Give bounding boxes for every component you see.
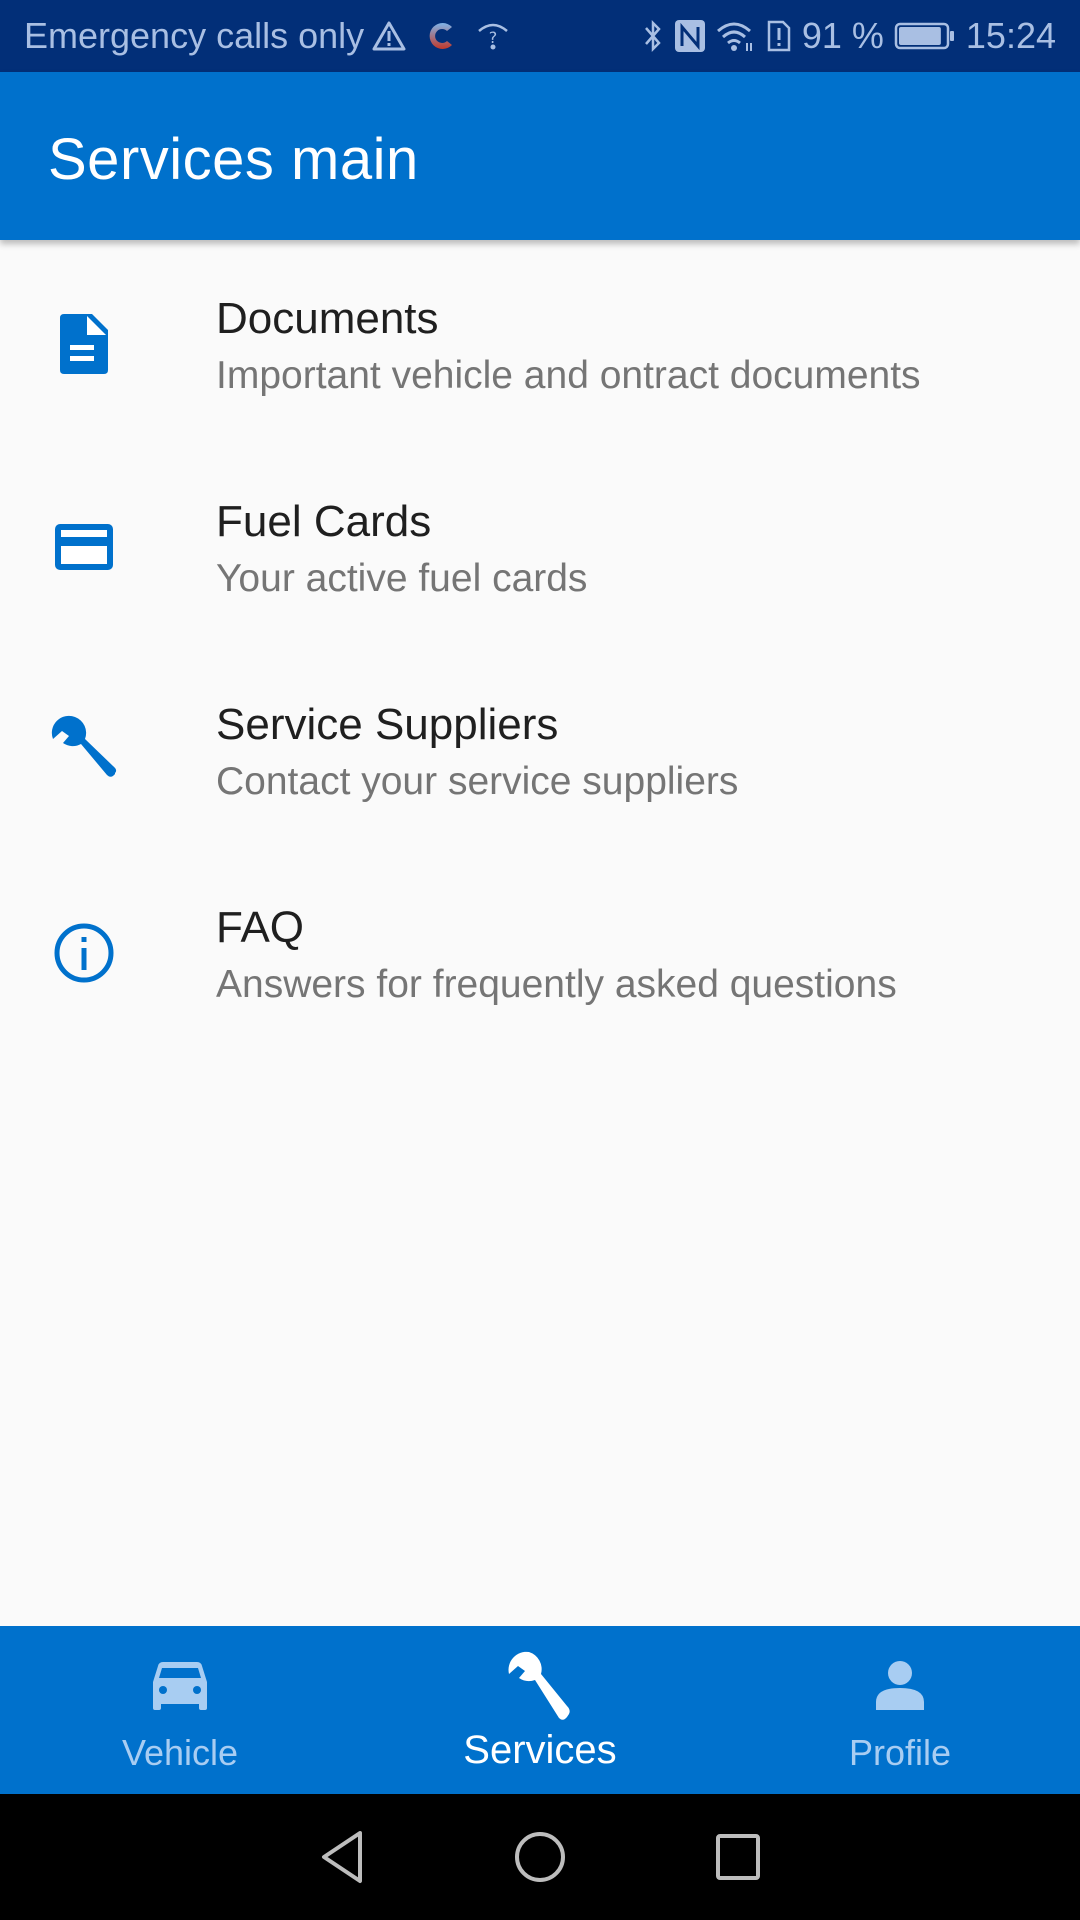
recents-icon[interactable] [705, 1824, 771, 1890]
list-item-subtitle: Your active fuel cards [216, 557, 588, 600]
list-item-fuel-cards[interactable]: Fuel Cards Your active fuel cards [0, 443, 1080, 646]
status-bar-left: Emergency calls only ? [0, 15, 510, 57]
clock: 15:24 [965, 15, 1056, 56]
app-notification-icon [424, 19, 458, 53]
svg-text:?: ? [489, 28, 498, 47]
nav-label: Vehicle [121, 1732, 239, 1773]
wifi-unknown-icon: ? [476, 21, 510, 51]
wrench-icon [48, 714, 120, 786]
nfc-icon [674, 19, 706, 53]
status-bar: Emergency calls only ? 91 % 15:24 [0, 0, 1080, 72]
list-item-subtitle: Important vehicle and ontract documents [216, 354, 921, 397]
nav-tab-vehicle[interactable]: Vehicle [0, 1626, 360, 1794]
nav-tab-services[interactable]: Services [360, 1626, 720, 1794]
nav-label: Services [463, 1728, 617, 1772]
list-item-faq[interactable]: FAQ Answers for frequently asked questio… [0, 849, 1080, 1052]
list-item-title: Fuel Cards [216, 497, 432, 546]
page-title: Services main [48, 127, 419, 192]
status-bar-right: 91 % 15:24 [642, 15, 1080, 57]
person-icon [874, 1650, 926, 1722]
carrier-text: Emergency calls only [24, 15, 365, 56]
list-item-subtitle: Contact your service suppliers [216, 760, 739, 803]
back-icon[interactable] [309, 1824, 375, 1890]
app-bar: Services main [0, 72, 1080, 240]
warning-icon [372, 21, 406, 51]
list-item-title: FAQ [216, 903, 305, 952]
list-item-documents[interactable]: Documents Important vehicle and ontract … [0, 240, 1080, 443]
battery-percent: 91 % [801, 15, 884, 56]
nav-label: Profile [848, 1732, 952, 1773]
sim-alert-icon [766, 19, 792, 53]
list-item-title: Documents [216, 294, 439, 343]
list-item-subtitle: Answers for frequently asked questions [216, 963, 897, 1006]
bottom-nav: Vehicle Services Profile [0, 1626, 1080, 1794]
document-icon [48, 308, 120, 380]
nav-tab-profile[interactable]: Profile [720, 1626, 1080, 1794]
system-nav-bar [0, 1794, 1080, 1920]
battery-icon [894, 21, 956, 51]
wifi-icon [716, 19, 756, 53]
services-list: Documents Important vehicle and ontract … [0, 240, 1080, 1052]
credit-card-icon [48, 511, 120, 583]
list-item-title: Service Suppliers [216, 700, 559, 749]
bluetooth-icon [642, 19, 664, 53]
car-icon [151, 1650, 209, 1722]
info-icon [48, 917, 120, 989]
home-icon[interactable] [507, 1824, 573, 1890]
list-item-service-suppliers[interactable]: Service Suppliers Contact your service s… [0, 646, 1080, 849]
wrench-icon [505, 1650, 575, 1722]
